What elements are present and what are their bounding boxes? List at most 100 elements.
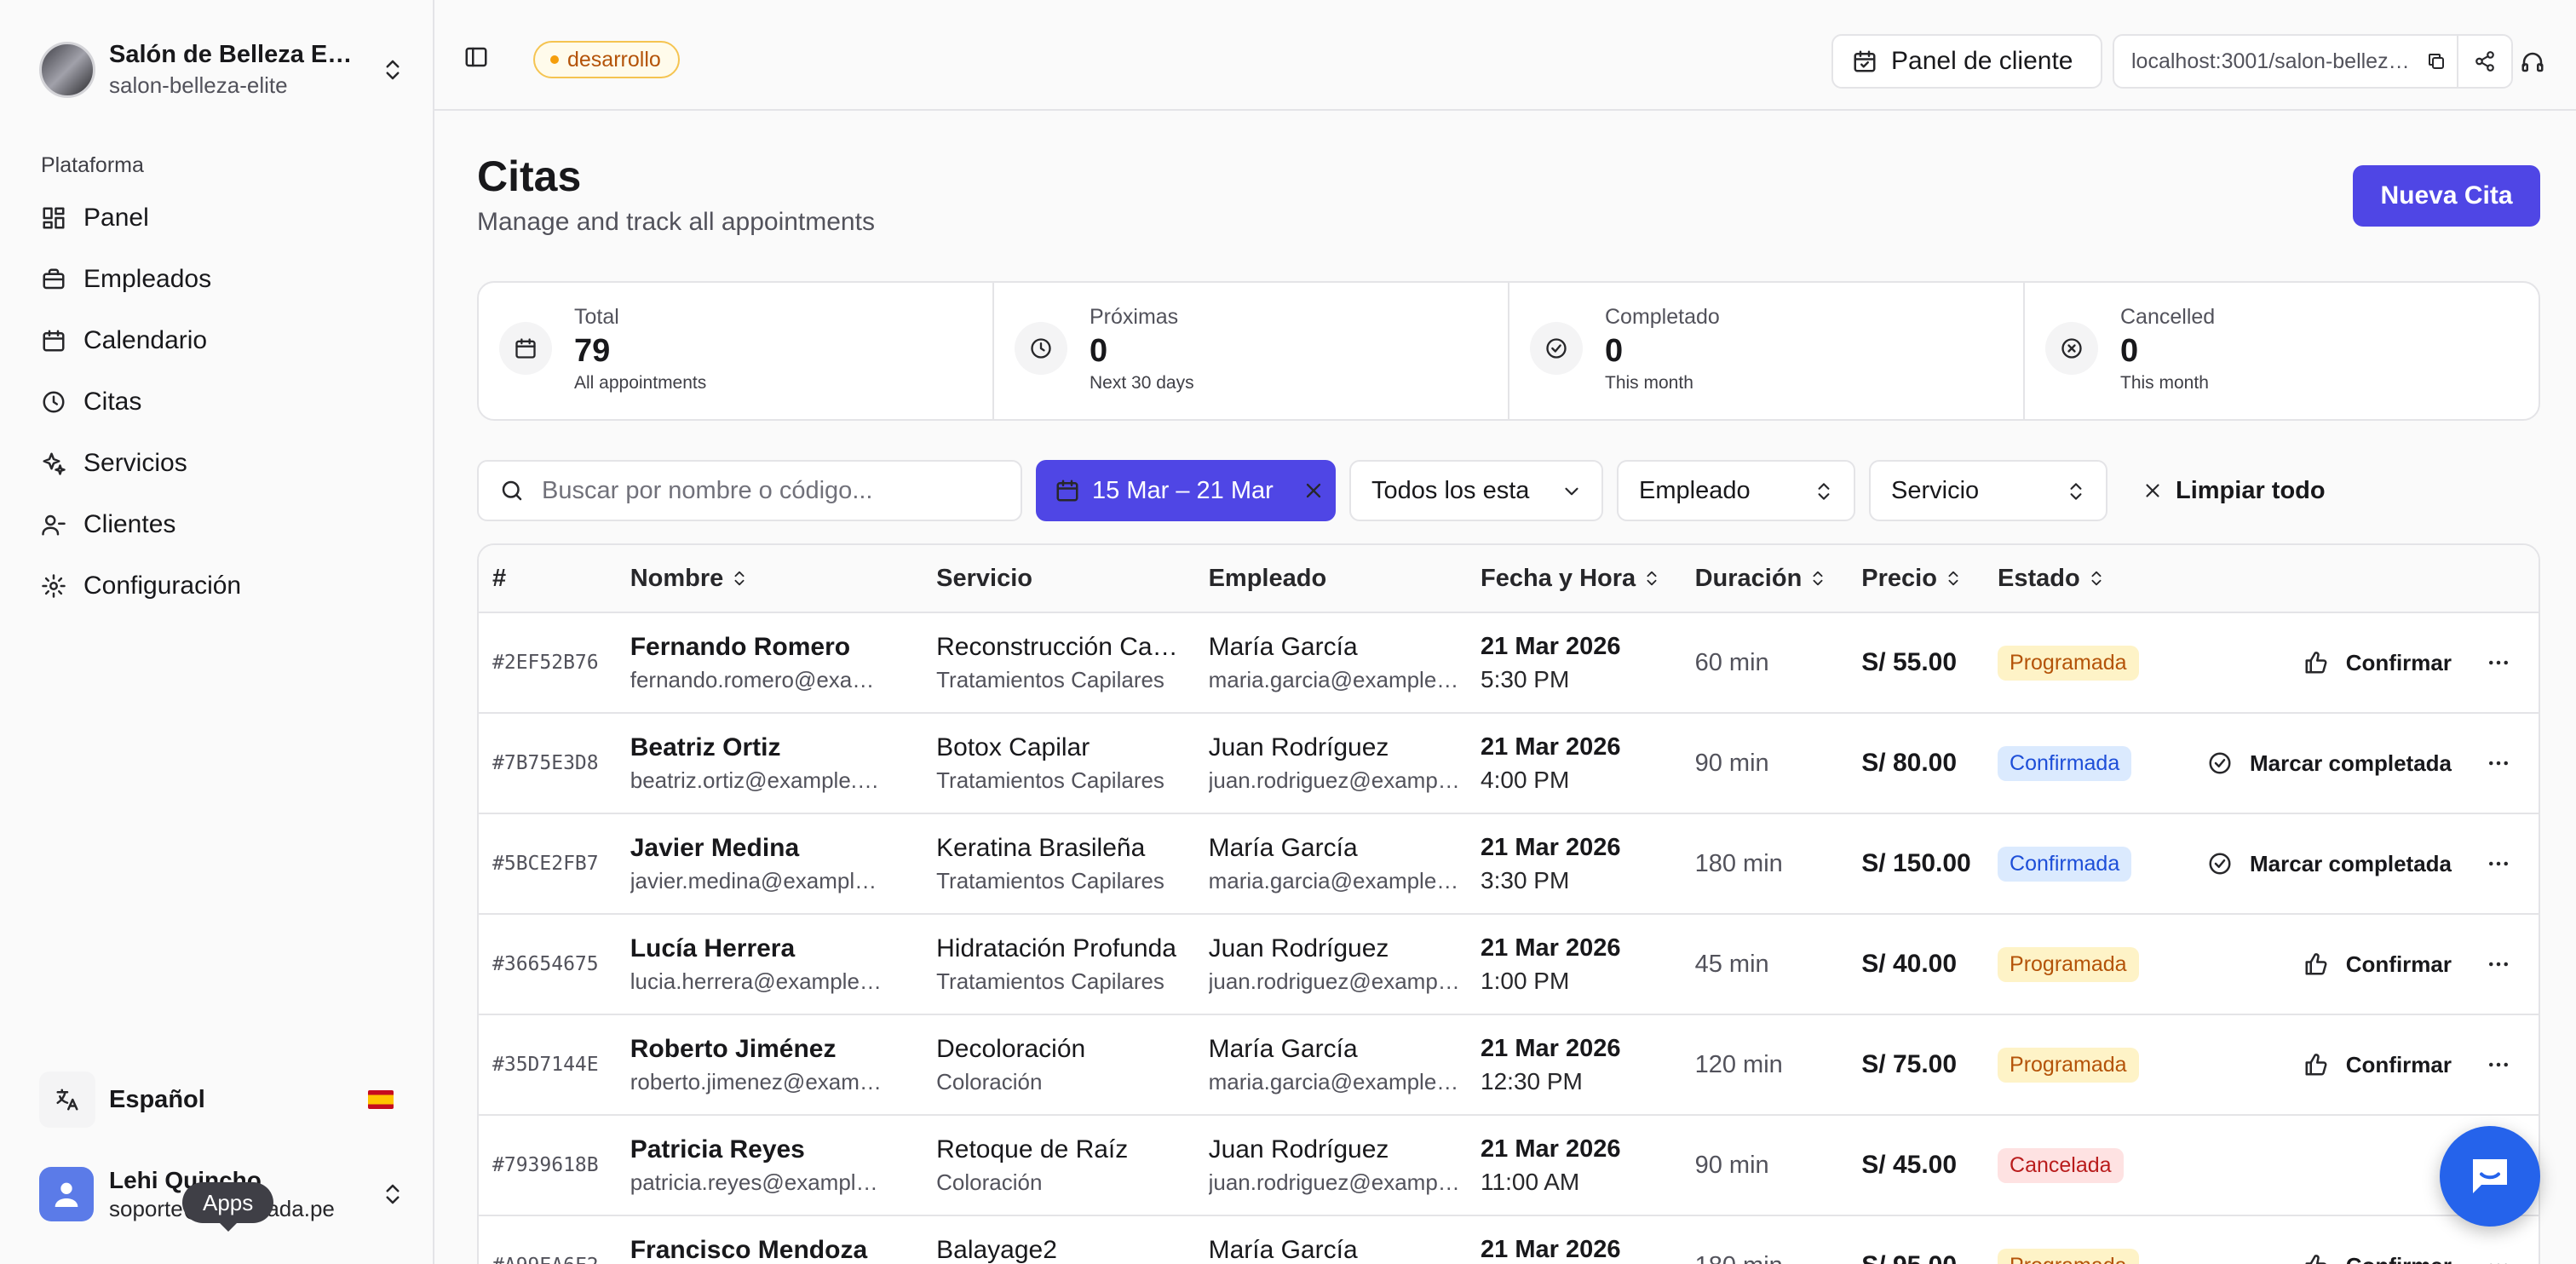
column-header-status[interactable]: Estado [1998, 565, 2194, 593]
new-appointment-button[interactable]: Nueva Cita [2353, 165, 2540, 227]
search-box [477, 460, 1022, 521]
sidebar-item-panel[interactable]: Panel [31, 187, 405, 249]
stat-label: Cancelled [2120, 305, 2216, 329]
client-email: javier.medina@example.com [630, 867, 886, 893]
sidebar-toggle-icon[interactable] [463, 44, 489, 70]
check-circle-icon [2209, 853, 2231, 875]
appointment-date: 21 Mar 2026 [1481, 934, 1621, 962]
table-row[interactable]: #2EF52B76 Fernando Romero fernando.romero@… [479, 613, 2539, 714]
appointment-time: 3:30 PM [1481, 866, 1570, 893]
stat-label: Completado [1605, 305, 1720, 329]
close-icon [2146, 484, 2159, 497]
sidebar-item-citas[interactable]: Citas [31, 371, 405, 433]
employee-select[interactable]: Empleado [1617, 460, 1855, 521]
headset-icon[interactable] [2520, 49, 2545, 75]
users-icon [42, 514, 66, 536]
service-category: Tratamientos Capilares [936, 767, 1164, 793]
stats-panel: Total 79 All appointments Próximas 0 Nex… [477, 281, 2540, 421]
table-row[interactable]: #7939618B Patricia Reyes patricia.reyes@ex… [479, 1116, 2539, 1216]
chat-icon [2473, 1159, 2507, 1193]
status-badge: Cancelada [1998, 1147, 2124, 1183]
employee-email: maria.garcia@example.com [1208, 1068, 1464, 1095]
more-options-icon[interactable] [2486, 851, 2511, 876]
service-select[interactable]: Servicio [1869, 460, 2107, 521]
price: S/ 75.00 [1861, 1050, 1958, 1078]
clear-filters-button[interactable]: Limpiar todo [2142, 460, 2326, 521]
spain-flag-icon [368, 1090, 394, 1109]
row-action-button[interactable]: Confirmar [2303, 951, 2452, 978]
language-switcher[interactable]: Español [39, 1070, 405, 1129]
table-row[interactable]: #35D7144E Roberto Jiménez roberto.jimenez@… [479, 1015, 2539, 1116]
sidebar-item-configuracion[interactable]: Configuración [31, 555, 405, 617]
employee-email: juan.rodriguez@example.com [1208, 767, 1464, 793]
service-name: Keratina Brasileña [936, 833, 1146, 862]
chat-widget-button[interactable] [2440, 1126, 2540, 1227]
gear-icon [42, 574, 66, 598]
table-row[interactable]: #36654675 Lucía Herrera lucia.herrera@exam… [479, 915, 2539, 1015]
thumbs-up-icon [2305, 1054, 2327, 1076]
service-category: Tratamientos Capilares [936, 867, 1164, 893]
row-action-button[interactable]: Confirmar [2303, 1052, 2452, 1078]
service-select-value: Servicio [1891, 476, 1980, 504]
column-header-datetime[interactable]: Fecha y Hora [1481, 565, 1695, 593]
date-range-label: 15 Mar – 21 Mar [1092, 476, 1274, 504]
status-select[interactable]: Todos los esta [1349, 460, 1603, 521]
column-header-price[interactable]: Precio [1861, 565, 1998, 593]
more-options-icon[interactable] [2486, 650, 2511, 675]
service-category: Tratamientos Capilares [936, 968, 1164, 994]
client-email: roberto.jimenez@example.com [630, 1068, 886, 1095]
table-row[interactable]: #7B75E3D8 Beatriz Ortiz beatriz.ortiz@exam… [479, 714, 2539, 814]
appointments-table: # Nombre Servicio Empleado Fecha y Hora … [477, 543, 2540, 1264]
client-email: lucia.herrera@example.com [630, 968, 886, 994]
table-row[interactable]: #5BCE2FB7 Javier Medina javier.medina@exam… [479, 814, 2539, 915]
chevron-up-down-icon [1818, 483, 1830, 500]
sidebar-item-empleados[interactable]: Empleados [31, 249, 405, 310]
duration: 90 min [1694, 749, 1769, 777]
employee-name: María García [1208, 1034, 1358, 1063]
copy-icon[interactable] [2416, 51, 2457, 72]
share-icon[interactable] [2457, 36, 2511, 87]
stat-sub: Next 30 days [1090, 373, 1194, 393]
status-select-value: Todos los esta [1371, 476, 1530, 504]
column-header-duration[interactable]: Duración [1695, 565, 1862, 593]
appointment-code: #2EF52B76 [492, 652, 599, 674]
row-action-button[interactable]: Confirmar [2303, 650, 2452, 676]
search-icon [502, 480, 522, 501]
column-header-name[interactable]: Nombre [630, 565, 936, 593]
client-name: Lucía Herrera [630, 934, 796, 962]
employee-name: Juan Rodríguez [1208, 733, 1389, 761]
language-name: Español [109, 1085, 205, 1113]
table-row[interactable]: #A99EA6F2Francisco Mendozafrancisco.mend… [479, 1216, 2539, 1264]
more-options-icon[interactable] [2486, 1052, 2511, 1077]
row-action-label: Confirmar [2345, 649, 2452, 675]
sort-icon [1813, 571, 1823, 586]
price: S/ 40.00 [1861, 950, 1958, 978]
client-panel-button[interactable]: Panel de cliente [1831, 34, 2102, 89]
sidebar-item-clientes[interactable]: Clientes [31, 494, 405, 555]
column-header-service: Servicio [936, 564, 1032, 592]
workspace-switcher[interactable]: Salón de Belleza Eli... salon-belleza-el… [39, 39, 405, 101]
price: S/ 80.00 [1861, 749, 1958, 777]
sidebar-item-servicios[interactable]: Servicios [31, 433, 405, 494]
employee-email: juan.rodriguez@example.com [1208, 1169, 1464, 1195]
appointment-date: 21 Mar 2026 [1481, 833, 1621, 861]
appointment-date: 21 Mar 2026 [1481, 1034, 1621, 1062]
search-input[interactable] [542, 476, 1002, 505]
status-badge: Programada [1998, 946, 2139, 982]
column-header-employee: Empleado [1208, 564, 1327, 592]
sidebar-item-calendario[interactable]: Calendario [31, 310, 405, 371]
row-action-button[interactable]: Confirmar [2303, 1253, 2452, 1264]
duration: 60 min [1694, 648, 1769, 676]
service-name: Retoque de Raíz [936, 1135, 1129, 1163]
close-icon[interactable] [1302, 479, 1325, 503]
more-options-icon[interactable] [2486, 951, 2511, 977]
row-action-button[interactable]: Marcar completada [2207, 851, 2452, 877]
more-options-icon[interactable] [2486, 750, 2511, 776]
row-action-button[interactable]: Marcar completada [2207, 750, 2452, 777]
more-options-icon[interactable] [2486, 1253, 2511, 1264]
status-badge: Confirmada [1998, 745, 2132, 781]
date-range-filter[interactable]: 15 Mar – 21 Mar [1036, 460, 1336, 521]
row-action-label: Marcar completada [2250, 850, 2452, 876]
row-action-label: Confirmar [2345, 1051, 2452, 1077]
chevron-up-down-icon [386, 60, 400, 80]
